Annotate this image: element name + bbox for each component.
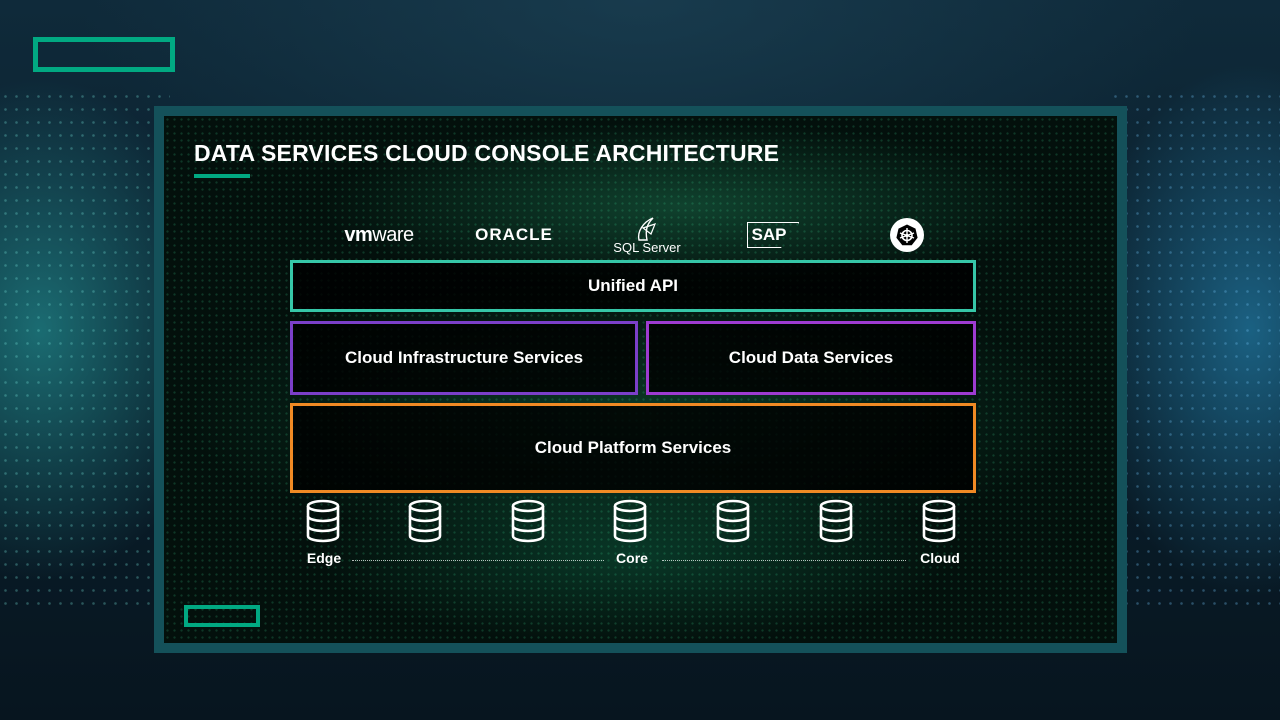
tier-label-edge: Edge	[306, 550, 342, 566]
cloud-infrastructure-services-box: Cloud Infrastructure Services	[290, 321, 638, 395]
oracle-logo: ORACLE	[475, 225, 553, 244]
partner-logos: vm ware ORACLE SQL Server SAP	[164, 210, 1117, 260]
database-icon	[305, 499, 341, 543]
database-icon	[921, 499, 957, 543]
kubernetes-icon	[890, 218, 924, 252]
vmware-logo-suffix: ware	[372, 223, 414, 246]
slide-title: DATA SERVICES CLOUD CONSOLE ARCHITECTURE	[194, 140, 780, 166]
database-icon	[510, 499, 546, 543]
vmware-logo-prefix: vm	[344, 223, 373, 246]
sql-server-label: SQL Server	[613, 239, 681, 255]
background-particles-right	[1110, 90, 1280, 610]
cloud-platform-services-box: Cloud Platform Services	[290, 403, 976, 493]
title-underline	[194, 174, 250, 178]
tier-label-core: Core	[616, 550, 648, 566]
core-cloud-connector	[662, 560, 906, 561]
vmware-logo: vm ware	[324, 210, 434, 260]
database-icon	[818, 499, 854, 543]
edge-core-connector	[352, 560, 604, 561]
brand-logo-rectangle-small	[184, 605, 260, 627]
slide-frame: DATA SERVICES CLOUD CONSOLE ARCHITECTURE…	[154, 106, 1127, 653]
database-icon	[612, 499, 648, 543]
background-particles-left	[0, 90, 170, 610]
brand-logo-rectangle	[33, 37, 175, 72]
tier-label-cloud: Cloud	[920, 550, 960, 566]
architecture-slide: DATA SERVICES CLOUD CONSOLE ARCHITECTURE…	[164, 116, 1117, 643]
sap-logo-text: SAP	[746, 222, 800, 248]
kubernetes-logo	[889, 210, 925, 260]
unified-api-layer: Unified API	[290, 260, 976, 312]
cloud-data-services-box: Cloud Data Services	[646, 321, 976, 395]
sql-server-logo: SQL Server	[612, 210, 682, 260]
database-icon	[407, 499, 443, 543]
sap-logo: SAP	[746, 210, 800, 260]
sql-server-icon	[637, 216, 657, 241]
database-icon	[715, 499, 751, 543]
